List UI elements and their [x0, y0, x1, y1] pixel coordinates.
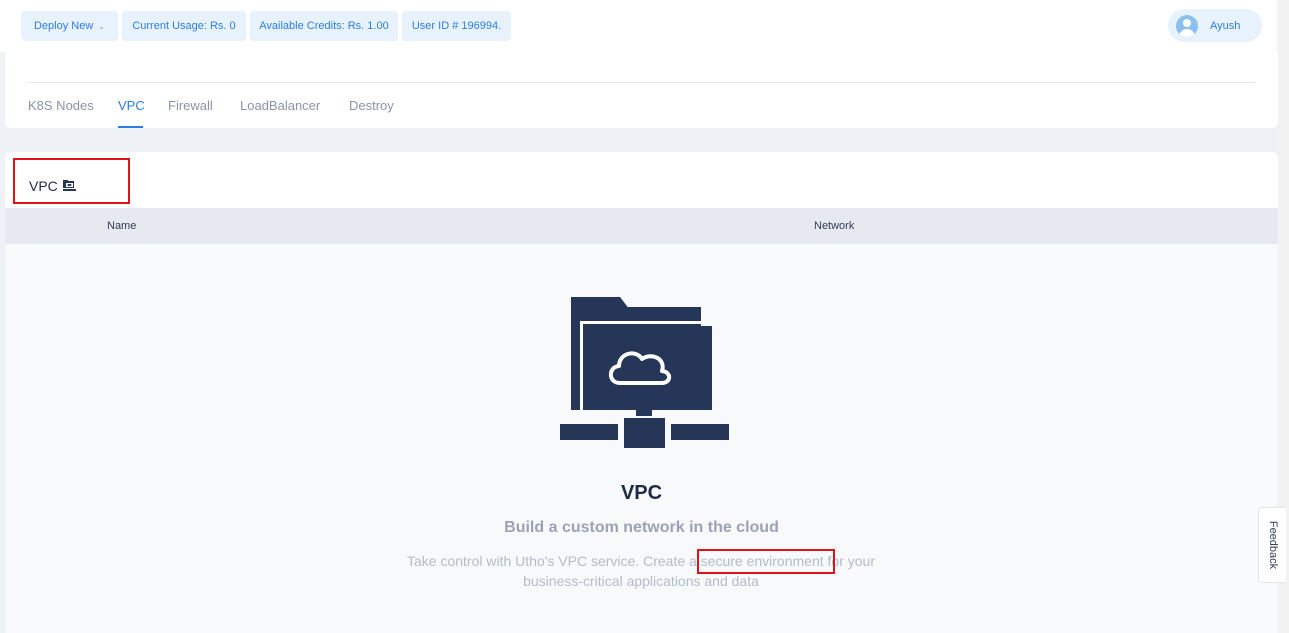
current-usage-label: Current Usage: Rs. 0: [132, 20, 236, 32]
empty-state-subtitle: Build a custom network in the cloud: [504, 519, 779, 536]
tab-loadbalancer[interactable]: LoadBalancer: [240, 98, 320, 113]
user-id-badge: User ID # 196994.: [402, 11, 511, 41]
tab-firewall[interactable]: Firewall: [168, 98, 213, 113]
feedback-button[interactable]: Feedback: [1258, 507, 1286, 583]
empty-state: VPC Build a custom network in the cloud …: [5, 244, 1278, 633]
column-header-name: Name: [107, 220, 137, 232]
active-tab-indicator: [118, 126, 143, 128]
annotation-box-secure-environment: [697, 549, 835, 574]
vpc-cloud-folder-icon: [560, 297, 729, 448]
tab-vpc[interactable]: VPC: [118, 98, 145, 113]
vpc-card: VPC Name Network VPC Build a custom netw…: [5, 152, 1278, 633]
divider: [27, 82, 1255, 83]
current-usage-badge[interactable]: Current Usage: Rs. 0: [122, 11, 246, 41]
feedback-label: Feedback: [1266, 520, 1279, 570]
tab-destroy[interactable]: Destroy: [349, 98, 394, 113]
available-credits-label: Available Credits: Rs. 1.00: [259, 20, 389, 32]
user-menu-button[interactable]: Ayush: [1168, 9, 1262, 42]
user-name: Ayush: [1210, 19, 1241, 32]
user-id-label: User ID # 196994.: [411, 20, 502, 32]
chevron-down-icon: ⌄: [98, 21, 105, 31]
avatar: [1176, 14, 1198, 37]
tabs-card: K8S Nodes VPC Firewall LoadBalancer Dest…: [5, 52, 1278, 128]
deploy-new-label: Deploy New: [33, 20, 94, 32]
available-credits-badge[interactable]: Available Credits: Rs. 1.00: [250, 11, 398, 41]
column-header-network: Network: [814, 220, 855, 232]
annotation-box-vpc-title: [13, 158, 130, 204]
empty-state-title: VPC: [620, 482, 663, 504]
table-header: Name Network: [5, 208, 1278, 244]
top-bar: Deploy New ⌄ Current Usage: Rs. 0 Availa…: [0, 0, 1277, 52]
deploy-new-button[interactable]: Deploy New ⌄: [21, 11, 118, 41]
tab-k8s-nodes[interactable]: K8S Nodes: [28, 98, 94, 113]
